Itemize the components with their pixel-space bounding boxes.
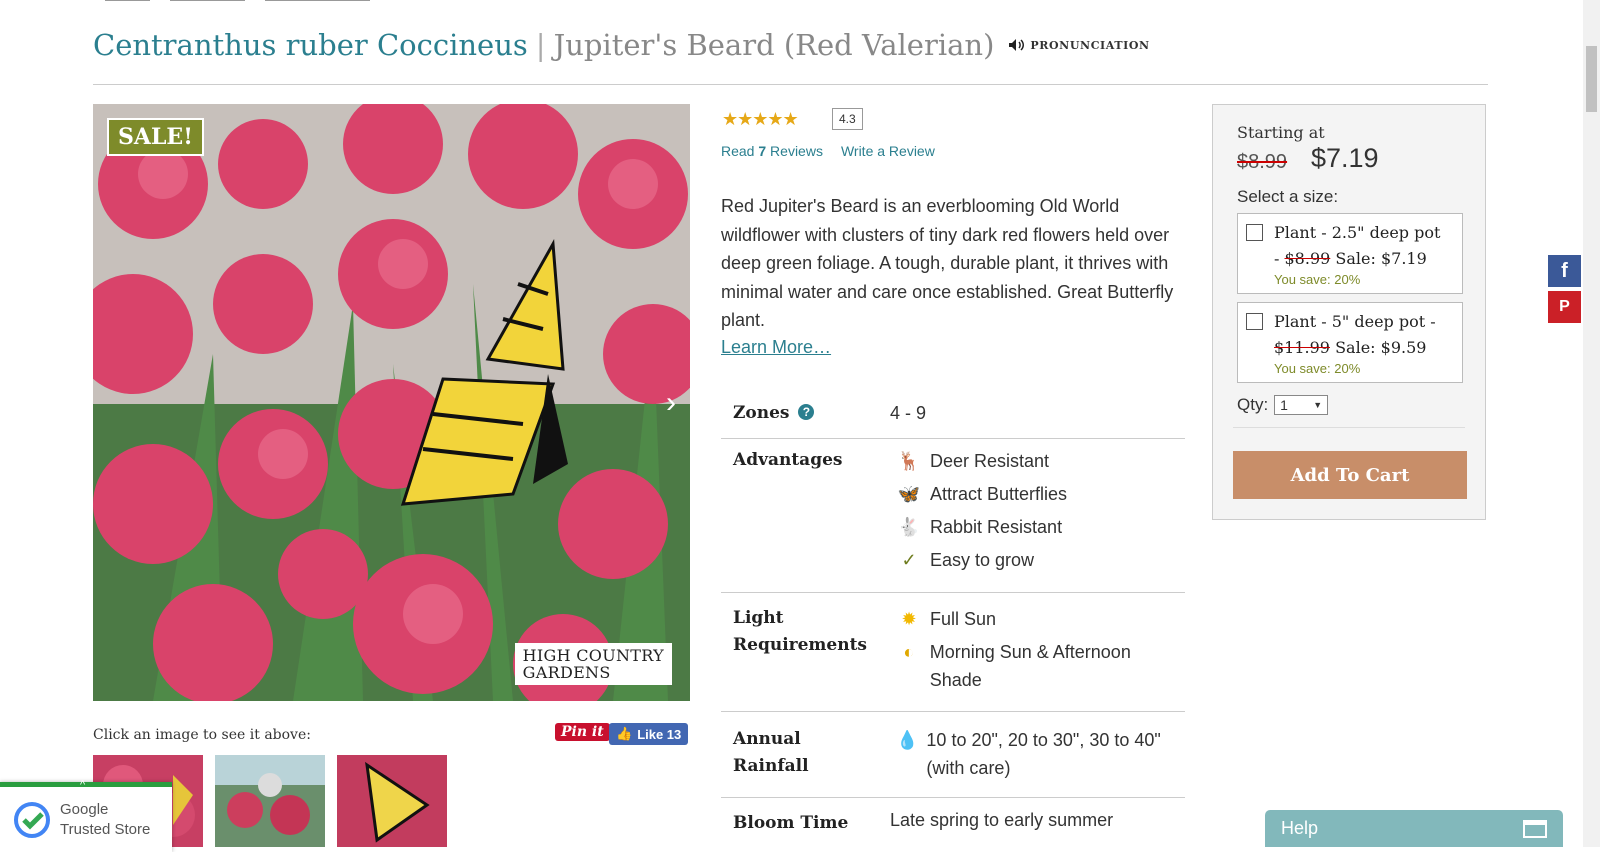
scrollbar[interactable] bbox=[1583, 0, 1600, 847]
add-to-cart-button[interactable]: Add To Cart bbox=[1233, 451, 1467, 499]
product-main-image[interactable]: SALE! › HIGH COUNTRY GARDENS bbox=[93, 104, 690, 701]
flower-photo bbox=[93, 104, 690, 701]
size-checkbox[interactable] bbox=[1246, 313, 1263, 330]
original-price: $8.99 bbox=[1237, 151, 1288, 173]
quantity-select[interactable]: 1 ▼ bbox=[1274, 395, 1329, 415]
thumbnail-2-photo bbox=[215, 755, 325, 847]
advantages-label: Advantages bbox=[733, 450, 843, 470]
botanical-name: Centranthus ruber Coccineus bbox=[93, 28, 528, 62]
divider bbox=[1233, 427, 1465, 428]
rainfall-row: Annual Rainfall 💧 10 to 20", 20 to 30", 30… bbox=[721, 712, 1185, 798]
light-label: Light Requirements bbox=[733, 608, 868, 655]
help-label: Help bbox=[1281, 818, 1319, 838]
pronunciation-button[interactable]: PRONUNCIATION bbox=[1008, 38, 1149, 52]
google-check-icon bbox=[14, 801, 50, 838]
attribute-table: Zones ? 4 - 9 Advantages 🦌 Deer Resistant… bbox=[721, 388, 1185, 837]
quantity-control: Qty: 1 ▼ bbox=[1237, 395, 1329, 415]
zones-value: 4 - 9 bbox=[890, 402, 927, 423]
review-links: Read 7 Reviews Write a Review bbox=[721, 143, 935, 159]
thumbnail-3[interactable] bbox=[337, 755, 447, 847]
advantage-item: 🐇 Rabbit Resistant bbox=[890, 513, 1185, 541]
advantage-item: 🦌 Deer Resistant bbox=[890, 447, 1185, 475]
bloom-row: Bloom Time Late spring to early summer bbox=[721, 798, 1185, 837]
sun-icon: ✹ bbox=[901, 609, 917, 629]
thumbnail-3-photo bbox=[337, 755, 447, 847]
pinit-button[interactable]: Pin it bbox=[555, 723, 610, 741]
dropdown-arrow-icon: ▼ bbox=[1313, 400, 1323, 410]
next-image-arrow-icon[interactable]: › bbox=[666, 386, 676, 420]
thumbnail-instruction: Click an image to see it above: bbox=[93, 727, 311, 743]
size-checkbox[interactable] bbox=[1246, 224, 1263, 241]
rating-value: 4.3 bbox=[832, 108, 863, 130]
advantages-list: 🦌 Deer Resistant 🦋 Attract Butterflies 🐇 Ra… bbox=[890, 447, 1185, 592]
speaker-icon bbox=[1009, 39, 1025, 51]
savings-text: You save: 20% bbox=[1274, 272, 1361, 287]
thumbnail-2[interactable] bbox=[215, 755, 325, 847]
advantages-row: Advantages 🦌 Deer Resistant 🦋 Attract Butt… bbox=[721, 439, 1185, 593]
product-title: Centranthus ruber Coccineus | Jupiter's … bbox=[93, 28, 1150, 62]
bloom-label: Bloom Time bbox=[733, 813, 849, 833]
brand-line-2: GARDENS bbox=[522, 663, 611, 682]
butterfly-icon: 🦋 bbox=[897, 484, 921, 504]
size-option-2-5-inch[interactable]: Plant - 2.5" deep pot - $8.99 Sale: $7.1… bbox=[1237, 213, 1463, 294]
sale-price: $7.19 bbox=[1311, 143, 1379, 173]
savings-text: You save: 20% bbox=[1274, 361, 1361, 376]
advantage-item: 🦋 Attract Butterflies bbox=[890, 480, 1185, 508]
zones-row: Zones ? 4 - 9 bbox=[721, 388, 1185, 439]
window-icon bbox=[1523, 819, 1547, 838]
bloom-value: Late spring to early summer bbox=[890, 810, 1114, 830]
facebook-share-icon[interactable]: f bbox=[1548, 255, 1581, 287]
advantage-item: ✓ Easy to grow bbox=[890, 546, 1185, 574]
pronunciation-label: PRONUNCIATION bbox=[1030, 38, 1150, 52]
help-chat-tab[interactable]: Help bbox=[1265, 810, 1563, 847]
light-item: ✹ Full Sun bbox=[890, 605, 1185, 633]
scrollbar-thumb[interactable] bbox=[1586, 46, 1597, 112]
write-review-link[interactable]: Write a Review bbox=[841, 143, 935, 159]
rainfall-value: 💧 10 to 20", 20 to 30", 30 to 40" (with c… bbox=[890, 726, 1185, 797]
common-name: Jupiter's Beard (Red Valerian) bbox=[553, 28, 995, 62]
breadcrumb-remnant bbox=[105, 0, 395, 4]
product-description: Red Jupiter's Beard is an everblooming O… bbox=[721, 196, 1174, 330]
badge-caret-icon[interactable]: ^ bbox=[80, 779, 85, 791]
title-separator: | bbox=[535, 28, 546, 62]
starting-at-label: Starting at bbox=[1237, 123, 1325, 142]
read-reviews-link[interactable]: Read 7 Reviews bbox=[721, 143, 823, 159]
help-icon[interactable]: ? bbox=[798, 403, 815, 420]
select-size-label: Select a size: bbox=[1237, 187, 1339, 206]
thumbs-up-icon: 👍 bbox=[616, 726, 633, 741]
light-item: ◐ Morning Sun & Afternoon Shade bbox=[890, 638, 1185, 694]
facebook-like-button[interactable]: 👍 Like 13 bbox=[609, 723, 689, 745]
purchase-panel: Starting at $8.99 $7.19 Select a size: P… bbox=[1212, 104, 1486, 520]
brand-line-1: HIGH COUNTRY bbox=[522, 646, 664, 665]
learn-more-link[interactable]: Learn More… bbox=[721, 337, 831, 358]
rabbit-icon: 🐇 bbox=[897, 517, 921, 537]
size-option-5-inch[interactable]: Plant - 5" deep pot - $11.99 Sale: $9.59… bbox=[1237, 302, 1463, 383]
check-icon: ✓ bbox=[901, 550, 917, 570]
light-row: Light Requirements ✹ Full Sun ◐ Morning Sun… bbox=[721, 593, 1185, 712]
pinterest-share-icon[interactable]: P bbox=[1548, 291, 1581, 323]
title-divider bbox=[93, 84, 1488, 85]
google-trusted-store-badge[interactable]: ^ Google Trusted Store bbox=[0, 779, 172, 852]
qty-label: Qty: bbox=[1237, 395, 1269, 414]
rainfall-label: Annual Rainfall bbox=[733, 729, 809, 776]
brand-watermark: HIGH COUNTRY GARDENS bbox=[514, 643, 672, 685]
deer-icon: 🦌 bbox=[897, 451, 921, 471]
water-drop-icon: 💧 bbox=[896, 730, 919, 750]
sale-badge: SALE! bbox=[107, 118, 204, 156]
part-sun-icon: ◐ bbox=[903, 642, 915, 662]
zones-label: Zones ? bbox=[721, 400, 890, 427]
like-label: Like 13 bbox=[637, 726, 682, 742]
rating-stars: ★★★★★ bbox=[722, 109, 799, 129]
light-list: ✹ Full Sun ◐ Morning Sun & Afternoon Shade bbox=[890, 605, 1185, 711]
